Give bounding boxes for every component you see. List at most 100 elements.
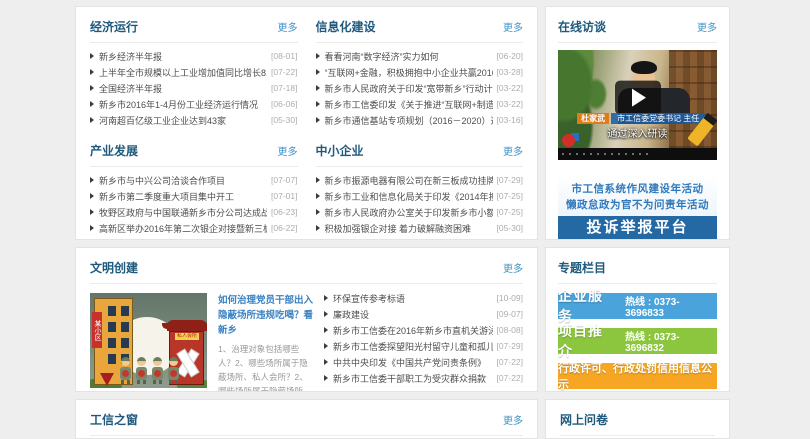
bullet-icon [90, 117, 94, 123]
section-header-industry: 产业发展 更多 [90, 131, 298, 167]
news-date: [05-30] [497, 223, 523, 233]
section-header-interview: 在线访谈 更多 [558, 7, 717, 43]
special-banner[interactable]: 企业服务 热线 : 0373-3696833 [558, 293, 717, 319]
news-title: 高新区举办2016年第二次银企对接暨新三板培训会 [99, 222, 267, 235]
panel-news-top: 经济运行 更多 新乡经济半年报 [08-01] [75, 6, 538, 240]
news-item[interactable]: 新乡市2016年1-4月份工业经济运行情况 [06-06] [90, 96, 298, 112]
bullet-icon [90, 53, 94, 59]
news-item[interactable]: 新乡市振源电器有限公司在新三板成功挂牌 [07-29] [316, 172, 524, 188]
news-item[interactable]: 上半年全市规模以上工业增加值同比增长8.3% [07-22] [90, 64, 298, 80]
section-header-window: 工信之窗 更多 [90, 400, 523, 436]
interview-video-thumbnail[interactable]: 杜家武 市工信委党委书记 主任 通过深入研读 [558, 50, 717, 148]
news-date: [03-22] [497, 99, 523, 109]
news-date: [07-22] [497, 357, 523, 367]
news-item[interactable]: “互联网+金融，积极拥抱中小企业共赢2016新契 [03-28] [316, 64, 524, 80]
news-item[interactable]: 新乡市通信基站专项规划（2016－2020）通过专家评 [03-16] [316, 112, 524, 128]
section-title-survey: 网上问卷 [560, 411, 608, 428]
panel-special-columns: 专题栏目 企业服务 热线 : 0373-3696833 项目推介 热线 : 03… [545, 247, 730, 392]
cartoon-windows [108, 306, 116, 316]
cartoon-figure [119, 357, 132, 384]
special-banner-hotline: 热线 : 0373-3696833 [625, 293, 717, 319]
news-title: 新乡市工信委探望阳光村留守儿童和孤儿 [333, 340, 493, 353]
news-list-economy: 新乡经济半年报 [08-01] 上半年全市规模以上工业增加值同比增长8.3% [… [90, 48, 298, 128]
play-button[interactable] [615, 81, 661, 115]
featured-article-title[interactable]: 如何治理党员干部出入隐蔽场所违规吃喝？看新乡 [218, 293, 314, 338]
news-title: 中共中央印发《中国共产党问责条例》 [333, 356, 493, 369]
news-date: [07-18] [271, 83, 297, 93]
subcolumn-right: 信息化建设 更多 看看河南“数字经济”实力如何 [06-20] [316, 7, 524, 239]
news-title: 新乡市人民政府办公室关于印发新乡市小额贷款公司风 [325, 206, 493, 219]
news-date: [09-07] [497, 309, 523, 319]
special-banner-hotline: 热线 : 0373-3696832 [625, 328, 717, 354]
news-title: 看看河南“数字经济”实力如何 [325, 50, 493, 63]
news-item[interactable]: 新乡市工信委干部职工为受灾群众捐款 [07-22] [324, 370, 523, 386]
section-header-sme: 中小企业 更多 [316, 131, 524, 167]
more-link-economy[interactable]: 更多 [278, 19, 298, 34]
news-item[interactable]: 新乡市与中兴公司洽谈合作项目 [07-07] [90, 172, 298, 188]
news-title: 积极加强银企对接 着力破解融资困难 [325, 222, 493, 235]
section-header-special: 专题栏目 [558, 248, 717, 284]
news-list-sme: 新乡市振源电器有限公司在新三板成功挂牌 [07-29] 新乡市工业和信息化局关于… [316, 172, 524, 236]
news-item[interactable]: 新乡市人民政府办公室关于印发新乡市小额贷款公司风 [07-25] [316, 204, 524, 220]
more-link-informatization[interactable]: 更多 [503, 19, 523, 34]
bullet-icon [90, 85, 94, 91]
news-date: [08-08] [497, 325, 523, 335]
news-item[interactable]: 看看河南“数字经济”实力如何 [06-20] [316, 48, 524, 64]
bullet-icon [324, 295, 328, 301]
news-date: [05-30] [271, 115, 297, 125]
special-banner[interactable]: 项目推介 热线 : 0373-3696832 [558, 328, 717, 354]
news-title: 新乡市通信基站专项规划（2016－2020）通过专家评 [325, 114, 493, 127]
video-caption-bar: 杜家武 市工信委党委书记 主任 [577, 113, 705, 124]
civilization-cartoon-thumbnail[interactable]: 某小区 私人会所 [90, 293, 207, 388]
news-item[interactable]: 积极加强银企对接 着力破解融资困难 [05-30] [316, 220, 524, 236]
news-item[interactable]: 新乡经济半年报 [08-01] [90, 48, 298, 64]
news-title: 原阳县召开惠企政策宣讲会 [99, 238, 267, 241]
news-date: [07-22] [497, 373, 523, 383]
special-banner-list: 企业服务 热线 : 0373-3696833 项目推介 热线 : 0373-36… [558, 293, 717, 389]
news-date: [07-29] [497, 175, 523, 185]
news-item[interactable]: 全国经济半年报 [07-18] [90, 80, 298, 96]
more-link-industry[interactable]: 更多 [278, 143, 298, 158]
news-date: [03-16] [497, 115, 523, 125]
news-title: 新乡经济半年报 [99, 50, 267, 63]
special-banner-label: 企业服务 [558, 286, 617, 326]
news-item[interactable]: 中共中央印发《中国共产党问责条例》 [07-22] [324, 354, 523, 370]
news-item[interactable]: 廉政建设 [09-07] [324, 306, 523, 322]
news-title: 新乡市工信委印发《关于推进“互联网+制造业”的实 [325, 98, 493, 111]
news-title: 上半年全市规模以上工业增加值同比增长8.3% [99, 66, 267, 79]
bullet-icon [90, 225, 94, 231]
news-item[interactable]: 河南超百亿级工业企业达到43家 [05-30] [90, 112, 298, 128]
more-link-interview[interactable]: 更多 [697, 19, 717, 34]
news-item[interactable]: 新乡市工信委探望阳光村留守儿童和孤儿 [07-29] [324, 338, 523, 354]
more-link-window[interactable]: 更多 [503, 412, 523, 427]
news-item[interactable]: 新乡市工信委印发《关于推进“互联网+制造业”的实 [03-22] [316, 96, 524, 112]
news-item[interactable]: 新乡市第二季度重大项目集中开工 [07-01] [90, 188, 298, 204]
news-item[interactable]: 牧野区政府与中国联通新乡市分公司达成战略合作共识 [06-23] [90, 204, 298, 220]
cartoon-figure [151, 357, 164, 384]
news-item[interactable]: 新乡市工信委在2016年新乡市直机关游泳比赛中获得好 [08-08] [324, 322, 523, 338]
cartoon-sign-left: 某小区 [92, 312, 102, 348]
complaint-report-button[interactable]: 投诉举报平台 [558, 216, 717, 240]
news-item[interactable]: 新乡市工业和信息化局关于印发《2014年担保公司、小 [07-25] [316, 188, 524, 204]
news-title: 环保宣传参考标语 [333, 292, 493, 305]
cartoon-figure [135, 357, 148, 384]
bullet-icon [316, 193, 320, 199]
special-banner[interactable]: 行政许可、行政处罚信用信息公示 [558, 363, 717, 389]
more-link-civilization[interactable]: 更多 [503, 260, 523, 275]
bullet-icon [90, 69, 94, 75]
complaint-notice-banner[interactable]: 市工信系统作风建设年活动 懒政怠政为官不为问责年活动 投诉举报平台 [558, 175, 717, 240]
news-item[interactable]: 原阳县召开惠企政策宣讲会 [06-20] [90, 236, 298, 240]
news-item[interactable]: 新乡市人民政府关于印发“宽带新乡”行动计划 [03-22] [316, 80, 524, 96]
news-date: [03-22] [497, 83, 523, 93]
cartoon-sign-right: 私人会所 [175, 333, 199, 340]
panel-survey: 网上问卷 [545, 399, 730, 439]
news-item[interactable]: 环保宣传参考标语 [10-09] [324, 290, 523, 306]
more-link-sme[interactable]: 更多 [503, 143, 523, 158]
bullet-icon [90, 101, 94, 107]
news-item[interactable]: 高新区举办2016年第二次银企对接暨新三板培训会 [06-22] [90, 220, 298, 236]
notice-line-2: 懒政怠政为官不为问责年活动 [558, 197, 717, 213]
news-title: 新乡市2016年1-4月份工业经济运行情况 [99, 98, 267, 111]
news-date: [06-06] [271, 99, 297, 109]
right-column: 在线访谈 更多 杜家武 市工信委党委书记 主任 通过深入研读 [545, 6, 730, 439]
news-title: 新乡市人民政府关于印发“宽带新乡”行动计划 [325, 82, 493, 95]
